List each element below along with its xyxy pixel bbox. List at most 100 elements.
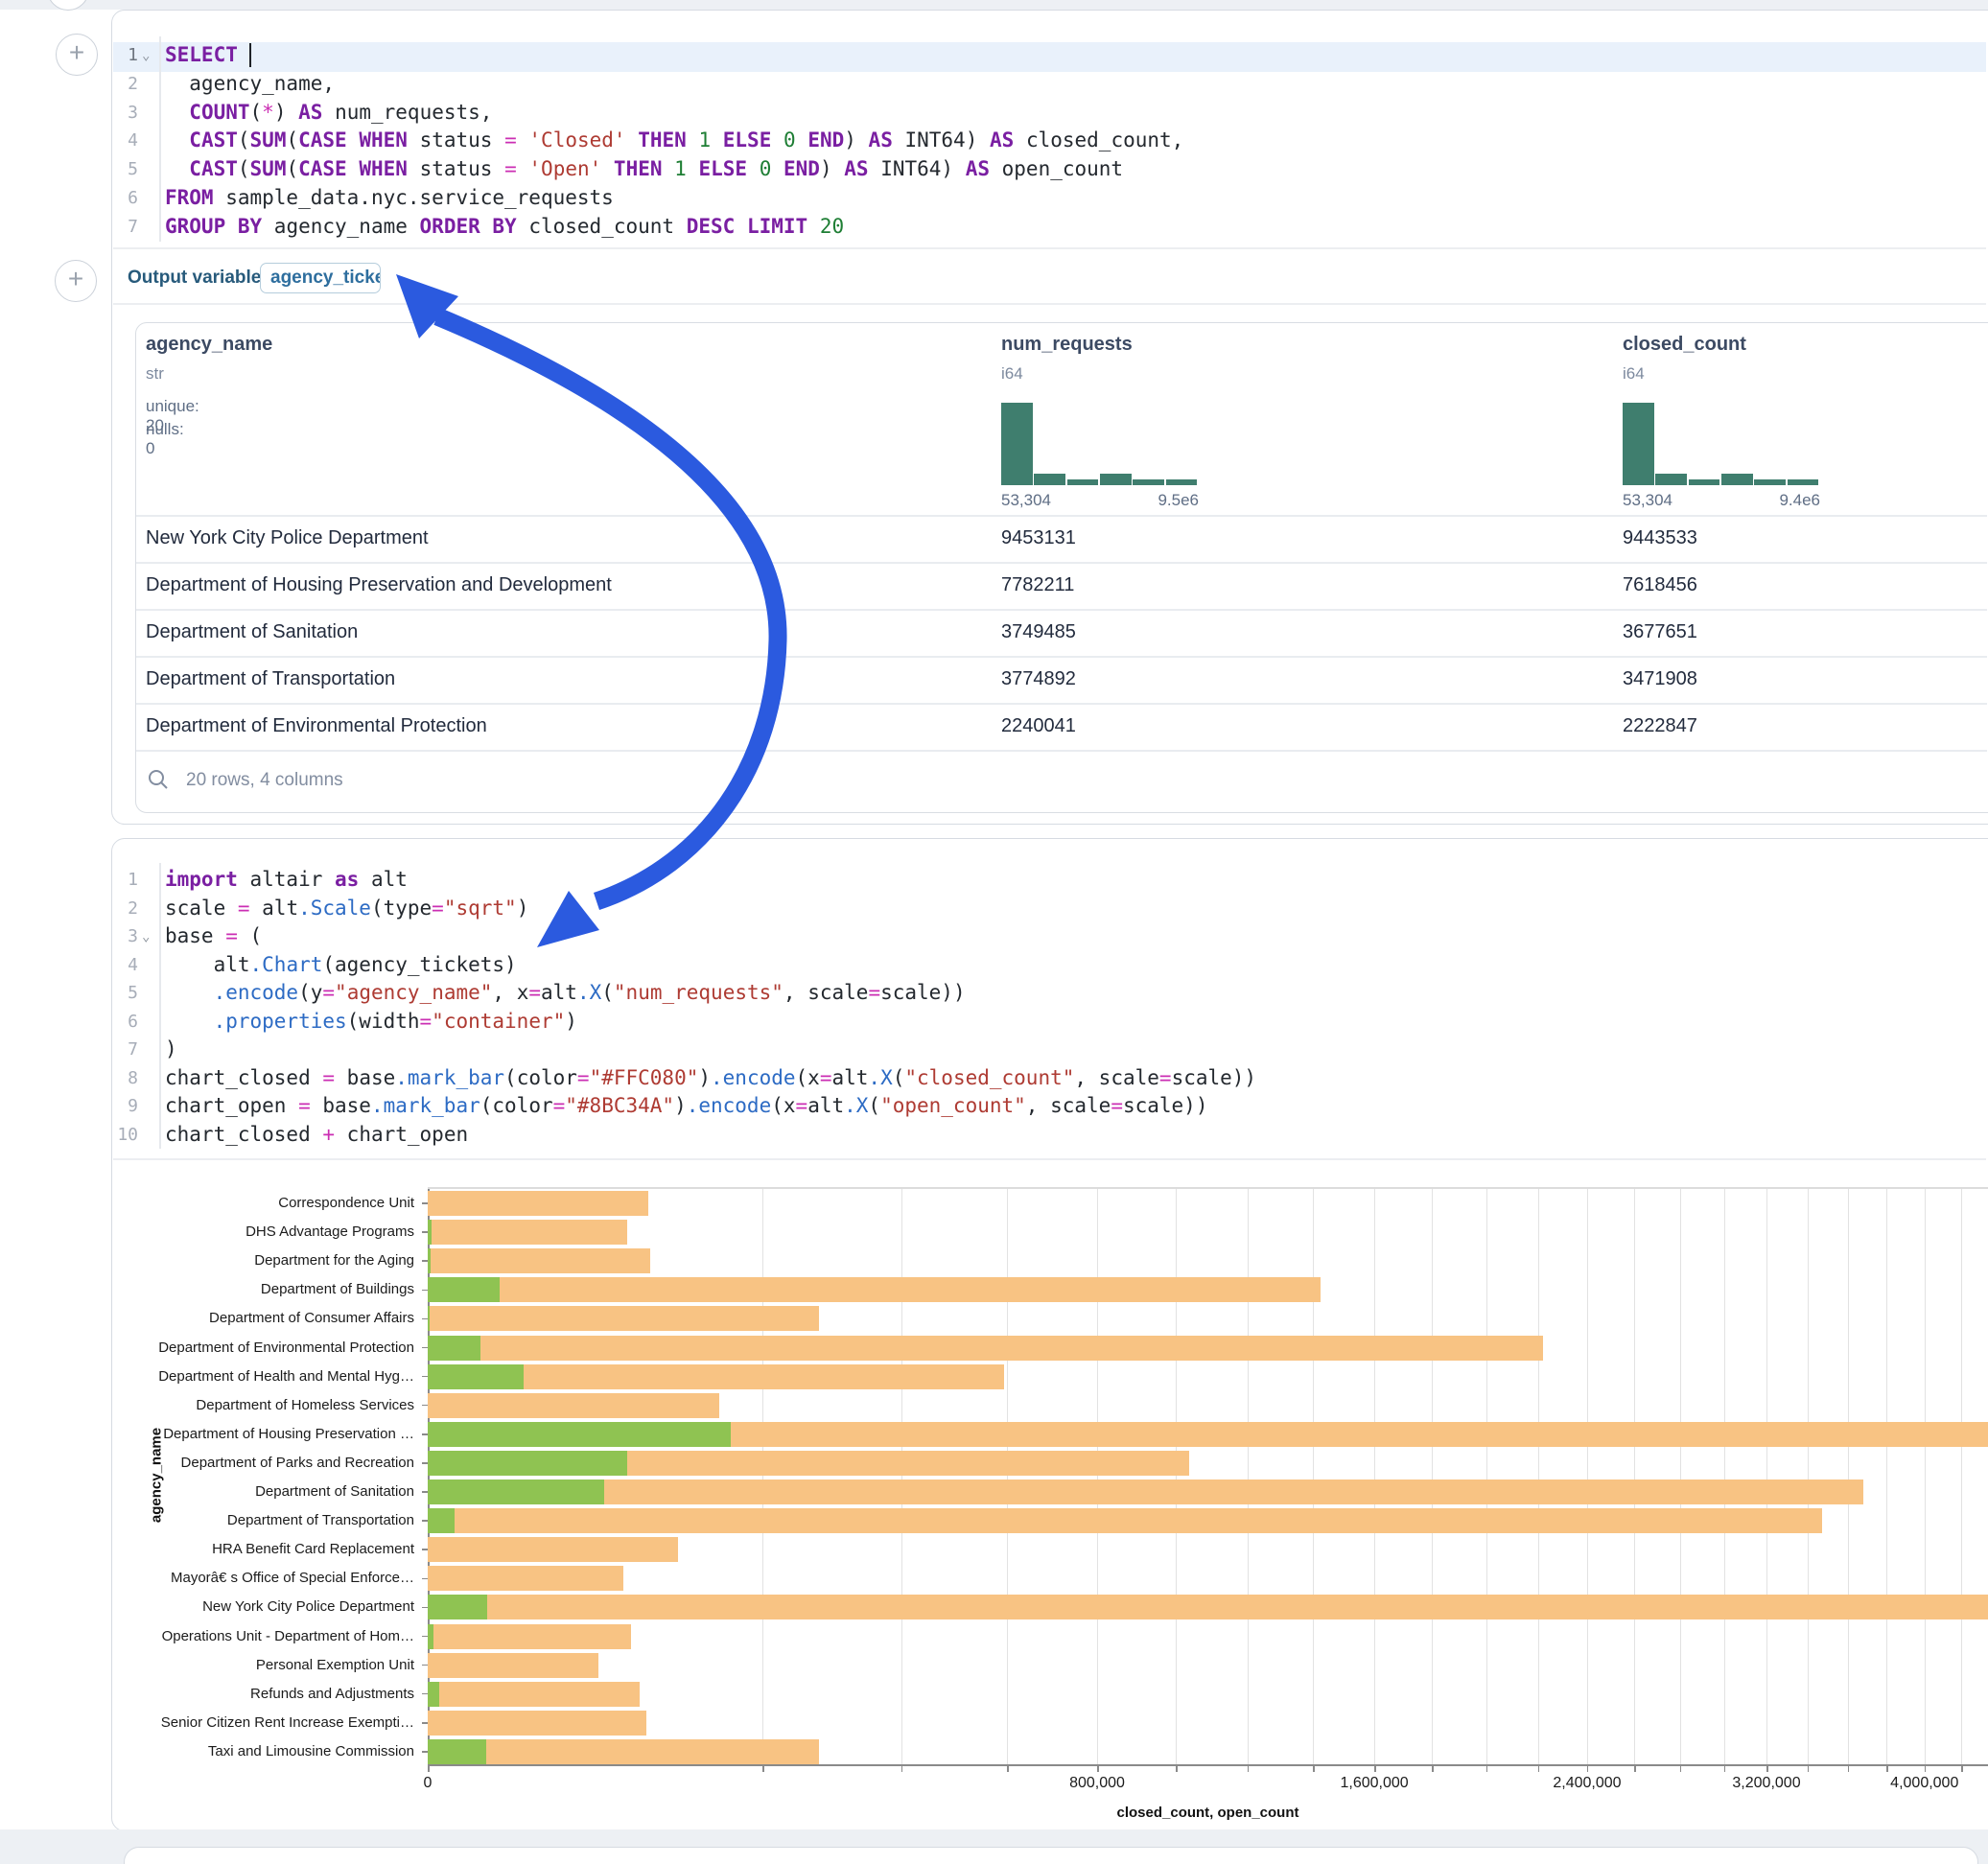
code-line[interactable]: .encode(y="agency_name", x=alt.X("num_re… bbox=[165, 981, 966, 1004]
code-token-pl: status bbox=[408, 157, 504, 180]
code-token-pl: sample_data.nyc.service_requests bbox=[214, 186, 614, 209]
y-tick-label: Department of Health and Mental Hyg… bbox=[98, 1368, 414, 1385]
histogram-bar bbox=[1133, 479, 1164, 485]
code-token-str: "num_requests" bbox=[614, 981, 784, 1004]
bar-closed bbox=[428, 1277, 1321, 1302]
gridline bbox=[1766, 1189, 1767, 1764]
code-token-pl: (color bbox=[504, 1066, 577, 1089]
code-token-pl: chart_open bbox=[165, 1094, 298, 1117]
column-header[interactable]: num_requests bbox=[1001, 334, 1133, 356]
bar-open bbox=[428, 1306, 430, 1331]
add-cell-button-1[interactable]: + bbox=[56, 34, 98, 76]
code-line[interactable]: chart_closed + chart_open bbox=[165, 1123, 468, 1146]
code-line[interactable]: .properties(width="container") bbox=[165, 1010, 577, 1033]
code-token-op: = bbox=[322, 981, 335, 1004]
next-cell-partial bbox=[124, 1847, 1978, 1864]
histogram-bar bbox=[1655, 474, 1687, 485]
bar-closed bbox=[428, 1624, 631, 1649]
code-token-pl: ( bbox=[238, 157, 250, 180]
code-token-pl: (color bbox=[480, 1094, 553, 1117]
code-token-kw: AS bbox=[844, 157, 868, 180]
x-axis-title: closed_count, open_count bbox=[1064, 1805, 1352, 1821]
code-line[interactable]: ) bbox=[165, 1037, 177, 1060]
code-token-op: = bbox=[1111, 1094, 1123, 1117]
code-token-kw: WHEN bbox=[359, 157, 408, 180]
code-line[interactable]: scale = alt.Scale(type="sqrt") bbox=[165, 897, 528, 920]
code-line[interactable]: COUNT(*) AS num_requests, bbox=[165, 101, 492, 124]
code-token-fn: .mark_bar bbox=[371, 1094, 480, 1117]
code-token-kw: import bbox=[165, 868, 238, 891]
code-token-kw: THEN bbox=[614, 157, 663, 180]
code-token-fn: .Chart bbox=[250, 953, 323, 976]
code-token-pl: ) bbox=[165, 1037, 177, 1060]
gridline bbox=[1961, 1189, 1962, 1764]
code-token-num: 1 bbox=[698, 128, 711, 151]
y-tick-label: Department for the Aging bbox=[98, 1252, 414, 1269]
code-token-pl: (x bbox=[771, 1094, 795, 1117]
code-token-kw: ORDER BY bbox=[420, 215, 517, 238]
code-token-pl: alt bbox=[250, 897, 299, 920]
y-axis-line bbox=[428, 1189, 430, 1764]
histogram-bar bbox=[1001, 403, 1033, 485]
code-token-kw: FROM bbox=[165, 186, 214, 209]
bar-closed bbox=[428, 1336, 1543, 1361]
gridline bbox=[1634, 1189, 1635, 1764]
code-token-pl bbox=[735, 215, 747, 238]
code-line[interactable]: alt.Chart(agency_tickets) bbox=[165, 953, 517, 976]
code-line[interactable]: FROM sample_data.nyc.service_requests bbox=[165, 186, 614, 209]
add-cell-button-2[interactable]: + bbox=[55, 260, 97, 302]
search-icon[interactable] bbox=[146, 767, 171, 792]
histogram-bar bbox=[1067, 479, 1099, 485]
code-token-pl: ) bbox=[274, 101, 298, 124]
code-token-kw: AS bbox=[990, 128, 1014, 151]
code-line[interactable]: base = ( bbox=[165, 924, 262, 947]
page-top-strip bbox=[0, 0, 1988, 10]
code-line[interactable]: import altair as alt bbox=[165, 868, 408, 891]
code-token-pl: chart_closed bbox=[165, 1123, 322, 1146]
y-tick-label: Department of Consumer Affairs bbox=[98, 1310, 414, 1326]
bar-open bbox=[428, 1739, 486, 1764]
gridline bbox=[1432, 1189, 1433, 1764]
histogram-bar bbox=[1788, 479, 1819, 485]
code-token-pl: alt bbox=[165, 953, 250, 976]
code-token-num: 1 bbox=[674, 157, 687, 180]
line-number: 3 bbox=[96, 103, 138, 123]
table-cell: 2222847 bbox=[1623, 715, 1697, 737]
code-line[interactable]: agency_name, bbox=[165, 72, 335, 95]
code-line[interactable]: chart_open = base.mark_bar(color="#8BC34… bbox=[165, 1094, 1207, 1117]
table-cell: Department of Sanitation bbox=[146, 621, 358, 643]
gutter-separator bbox=[159, 863, 161, 1149]
fold-chevron-icon[interactable]: ⌄ bbox=[142, 929, 150, 944]
code-token-op: = bbox=[820, 1066, 832, 1089]
gridline bbox=[1176, 1189, 1177, 1764]
code-line[interactable]: chart_closed = base.mark_bar(color="#FFC… bbox=[165, 1066, 1256, 1089]
code-line[interactable]: SELECT bbox=[165, 43, 250, 66]
x-tick-label: 3,200,000 bbox=[1690, 1775, 1843, 1792]
code-token-pl: (x bbox=[796, 1066, 820, 1089]
code-line[interactable]: CAST(SUM(CASE WHEN status = 'Open' THEN … bbox=[165, 157, 1123, 180]
code-token-pl: ( bbox=[868, 1094, 880, 1117]
fold-chevron-icon[interactable]: ⌄ bbox=[142, 48, 150, 63]
code-token-pl: closed_count, bbox=[1014, 128, 1183, 151]
bar-open bbox=[428, 1480, 604, 1504]
code-token-op: = bbox=[225, 924, 238, 947]
y-tick-label: HRA Benefit Card Replacement bbox=[98, 1541, 414, 1557]
column-header[interactable]: agency_name bbox=[146, 334, 272, 356]
code-token-op: = bbox=[1159, 1066, 1172, 1089]
output-variable-pill[interactable]: agency_tickets bbox=[260, 263, 381, 293]
code-token-pl: ) bbox=[674, 1094, 687, 1117]
code-token-kw: CASE bbox=[298, 128, 347, 151]
code-token-pl: agency_name bbox=[262, 215, 419, 238]
histogram-bar bbox=[1034, 474, 1065, 485]
code-token-op: = bbox=[322, 1066, 335, 1089]
code-token-kw: THEN bbox=[638, 128, 687, 151]
code-token-fn: .mark_bar bbox=[395, 1066, 504, 1089]
code-token-kw: END bbox=[807, 128, 844, 151]
code-line[interactable]: CAST(SUM(CASE WHEN status = 'Closed' THE… bbox=[165, 128, 1183, 151]
code-line[interactable]: GROUP BY agency_name ORDER BY closed_cou… bbox=[165, 215, 844, 238]
code-token-str: 'Open' bbox=[528, 157, 601, 180]
line-number: 4 bbox=[96, 955, 138, 975]
code-token-pl: closed_count bbox=[517, 215, 687, 238]
code-token-op: = bbox=[238, 897, 250, 920]
column-header[interactable]: closed_count bbox=[1623, 334, 1746, 356]
